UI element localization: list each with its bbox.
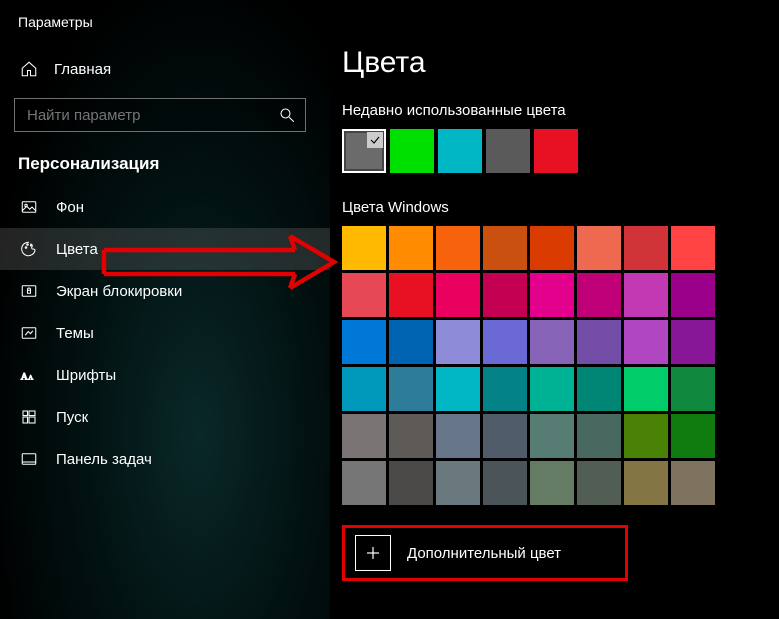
recent-color-0[interactable] — [342, 129, 386, 173]
windows-color-27[interactable] — [483, 367, 527, 411]
windows-color-47[interactable] — [671, 461, 715, 505]
sidebar-item-label: Экран блокировки — [56, 283, 182, 300]
windows-color-11[interactable] — [483, 273, 527, 317]
windows-color-7[interactable] — [671, 226, 715, 270]
windows-color-37[interactable] — [577, 414, 621, 458]
windows-color-1[interactable] — [389, 226, 433, 270]
windows-color-3[interactable] — [483, 226, 527, 270]
sidebar-item-5[interactable]: Пуск — [0, 396, 330, 438]
windows-color-43[interactable] — [483, 461, 527, 505]
home-label: Главная — [54, 61, 111, 78]
font-icon: AA — [20, 366, 38, 384]
windows-color-9[interactable] — [389, 273, 433, 317]
recent-color-4[interactable] — [534, 129, 578, 173]
windows-color-42[interactable] — [436, 461, 480, 505]
sidebar: Параметры Главная Персонализация Фон Цвет… — [0, 0, 330, 619]
windows-color-32[interactable] — [342, 414, 386, 458]
windows-color-15[interactable] — [671, 273, 715, 317]
windows-color-23[interactable] — [671, 320, 715, 364]
windows-color-45[interactable] — [577, 461, 621, 505]
windows-color-14[interactable] — [624, 273, 668, 317]
windows-color-35[interactable] — [483, 414, 527, 458]
sidebar-item-label: Панель задач — [56, 451, 152, 468]
recent-color-2[interactable] — [438, 129, 482, 173]
windows-color-29[interactable] — [577, 367, 621, 411]
windows-color-18[interactable] — [436, 320, 480, 364]
windows-color-40[interactable] — [342, 461, 386, 505]
windows-color-28[interactable] — [530, 367, 574, 411]
search-input[interactable] — [15, 107, 269, 124]
recent-colors-row — [342, 129, 779, 173]
section-header: Персонализация — [0, 132, 330, 186]
page-title: Цвета — [342, 0, 779, 102]
app-title: Параметры — [0, 0, 330, 38]
windows-color-21[interactable] — [577, 320, 621, 364]
image-icon — [20, 198, 38, 216]
windows-color-19[interactable] — [483, 320, 527, 364]
lockscreen-icon — [20, 282, 38, 300]
home-icon — [20, 60, 38, 78]
windows-color-0[interactable] — [342, 226, 386, 270]
recent-colors-header: Недавно использованные цвета — [342, 102, 779, 119]
windows-color-13[interactable] — [577, 273, 621, 317]
custom-color-label: Дополнительный цвет — [407, 545, 561, 562]
windows-color-25[interactable] — [389, 367, 433, 411]
taskbar-icon — [20, 450, 38, 468]
palette-icon — [20, 240, 38, 258]
windows-color-6[interactable] — [624, 226, 668, 270]
svg-text:A: A — [28, 375, 33, 382]
home-button[interactable]: Главная — [0, 50, 330, 88]
search-box[interactable] — [14, 98, 306, 132]
windows-color-44[interactable] — [530, 461, 574, 505]
windows-color-38[interactable] — [624, 414, 668, 458]
windows-color-16[interactable] — [342, 320, 386, 364]
windows-color-46[interactable] — [624, 461, 668, 505]
windows-color-4[interactable] — [530, 226, 574, 270]
check-icon — [367, 132, 383, 148]
windows-color-34[interactable] — [436, 414, 480, 458]
sidebar-item-1[interactable]: Цвета — [0, 228, 330, 270]
sidebar-item-label: Темы — [56, 325, 94, 342]
windows-color-2[interactable] — [436, 226, 480, 270]
sidebar-item-0[interactable]: Фон — [0, 186, 330, 228]
sidebar-item-label: Цвета — [56, 241, 98, 258]
sidebar-item-label: Шрифты — [56, 367, 116, 384]
recent-color-1[interactable] — [390, 129, 434, 173]
windows-color-8[interactable] — [342, 273, 386, 317]
windows-colors-header: Цвета Windows — [342, 199, 779, 216]
custom-color-button[interactable]: Дополнительный цвет — [342, 525, 628, 581]
windows-color-22[interactable] — [624, 320, 668, 364]
windows-color-26[interactable] — [436, 367, 480, 411]
windows-color-17[interactable] — [389, 320, 433, 364]
sidebar-item-3[interactable]: Темы — [0, 312, 330, 354]
recent-color-3[interactable] — [486, 129, 530, 173]
plus-icon — [355, 535, 391, 571]
search-button[interactable] — [269, 99, 305, 131]
windows-color-20[interactable] — [530, 320, 574, 364]
start-icon — [20, 408, 38, 426]
windows-color-24[interactable] — [342, 367, 386, 411]
sidebar-item-label: Фон — [56, 199, 84, 216]
windows-color-31[interactable] — [671, 367, 715, 411]
sidebar-item-label: Пуск — [56, 409, 88, 426]
windows-color-39[interactable] — [671, 414, 715, 458]
svg-text:A: A — [21, 372, 28, 383]
theme-icon — [20, 324, 38, 342]
main-panel: Цвета Недавно использованные цвета Цвета… — [330, 0, 779, 619]
sidebar-item-6[interactable]: Панель задач — [0, 438, 330, 480]
sidebar-item-2[interactable]: Экран блокировки — [0, 270, 330, 312]
windows-color-10[interactable] — [436, 273, 480, 317]
search-icon — [278, 106, 296, 124]
windows-color-36[interactable] — [530, 414, 574, 458]
sidebar-item-4[interactable]: AA Шрифты — [0, 354, 330, 396]
windows-color-30[interactable] — [624, 367, 668, 411]
windows-color-33[interactable] — [389, 414, 433, 458]
windows-colors-grid — [342, 226, 779, 505]
windows-color-5[interactable] — [577, 226, 621, 270]
nav-list: Фон Цвета Экран блокировки Темы AA Шрифты Пуск… — [0, 186, 330, 480]
windows-color-12[interactable] — [530, 273, 574, 317]
windows-color-41[interactable] — [389, 461, 433, 505]
